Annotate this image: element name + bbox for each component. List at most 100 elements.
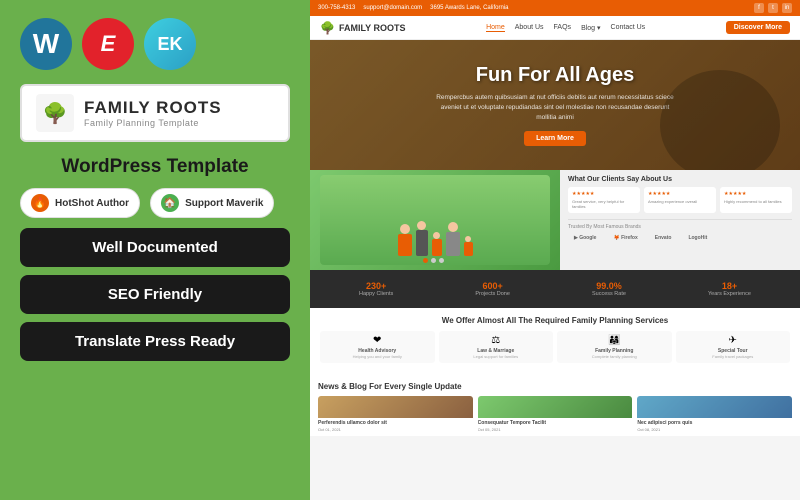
service-icon-2: ⚖ [443,335,550,346]
stat-num-2: 600+ [475,281,510,291]
carousel-dots [420,255,447,266]
wordpress-icon: W [20,18,72,70]
stat-label-3: Success Rate [592,291,626,297]
dot-3[interactable] [439,258,444,263]
service-desc-4: Family travel packages [680,354,787,359]
blog-img-3 [637,396,792,418]
service-icon-1: ❤ [324,335,431,346]
blog-post-date-3: Oct 08, 2021 [637,427,792,433]
blog-post-title-1: Perferendis ullamco dolor sit [318,420,473,427]
instagram-icon: in [782,3,792,13]
blog-grid: Perferendis ullamco dolor sit Oct 01, 20… [318,396,792,435]
brand-name: FAMILY ROOTS [84,98,222,118]
blog-img-2 [478,396,633,418]
figure-4 [446,222,460,256]
testimonials-title: What Our Clients Say About Us [568,176,792,183]
website-preview: 300-758-4313 support@domain.com 3695 Awa… [310,0,800,500]
trusted-label: Trusted By Most Famous Brands [568,224,792,230]
nav-cta-button[interactable]: Discover More [726,21,790,34]
facebook-icon: f [754,3,764,13]
service-desc-1: Helping you and your family [324,354,431,359]
hotshot-icon: 🔥 [31,194,49,212]
stat-label-4: Years Experience [708,291,751,297]
trusted-firefox: 🦊 Firefox [607,233,643,243]
services-title: We Offer Almost All The Required Family … [320,316,790,325]
blog-info-3: Nec adipisci porrs quis Oct 08, 2021 [637,418,792,435]
hotshot-badge: 🔥 HotShot Author [20,188,140,218]
dot-1[interactable] [423,258,428,263]
blog-title: News & Blog For Every Single Update [318,382,792,391]
stats-bar: 230+ Happy Clients 600+ Projects Done 99… [310,270,800,308]
service-1: ❤ Health Advisory Helping you and your f… [320,331,435,363]
blog-post-3: Nec adipisci porrs quis Oct 08, 2021 [637,396,792,435]
trusted-logos: ▶ Google 🦊 Firefox Envato LogoHit [568,233,792,243]
topbar-address: 3695 Awards Lane, California [430,5,508,11]
badges-row: 🔥 HotShot Author 🏠 Support Maverik [20,188,290,218]
nav-links: Home About Us FAQs Blog ▾ Contact Us [486,24,645,32]
nav-faqs[interactable]: FAQs [554,24,572,32]
trusted-google: ▶ Google [568,233,602,243]
translate-press-button[interactable]: Translate Press Ready [20,322,290,361]
blog-post-date-2: Oct 05, 2021 [478,427,633,433]
nav-logo-icon: 🌳 [320,21,335,35]
dot-2[interactable] [431,258,436,263]
stat-num-4: 18+ [708,281,751,291]
left-panel: W E EK 🌳 FAMILY ROOTS Family Planning Te… [0,0,310,500]
blog-post-1: Perferendis ullamco dolor sit Oct 01, 20… [318,396,473,435]
testimonial-1: ★★★★★ Great service, very helpful for fa… [568,187,640,213]
platform-icons: W E EK [20,18,290,70]
services-grid: ❤ Health Advisory Helping you and your f… [320,331,790,363]
well-documented-button[interactable]: Well Documented [20,228,290,267]
trusted-logopit: LogoHit [682,233,713,243]
blog-post-date-1: Oct 01, 2021 [318,427,473,433]
nav-brand-name: FAMILY ROOTS [339,23,406,33]
service-3: 👨‍👩‍👧 Family Planning Complete family pl… [557,331,672,363]
service-desc-2: Legal support for families [443,354,550,359]
stat-label-1: Happy Clients [359,291,393,297]
support-badge: 🏠 Support Maverik [150,188,274,218]
nav-contact[interactable]: Contact Us [611,24,646,32]
nav-blog[interactable]: Blog ▾ [581,24,600,32]
hero-section: Fun For All Ages Rempercbus autem quibsu… [310,40,800,170]
hero-cta-button[interactable]: Learn More [524,131,586,146]
nav-logo: 🌳 FAMILY ROOTS [320,21,405,35]
extraking-icon: EK [144,18,196,70]
blog-post-title-2: Consequatur Tempore Tacilit [478,420,633,427]
test-text-1: Great service, very helpful for families [572,199,636,209]
figure-1 [398,224,412,256]
topbar-phone: 300-758-4313 [318,5,355,11]
test-text-3: Highly recommend to all families [724,199,788,204]
twitter-icon: t [768,3,778,13]
trusted-envato: Envato [649,233,678,243]
test-text-2: Amazing experience overall [648,199,712,204]
seo-friendly-button[interactable]: SEO Friendly [20,275,290,314]
blog-img-1 [318,396,473,418]
stat-4: 18+ Years Experience [708,281,751,297]
stat-num-1: 230+ [359,281,393,291]
hero-title: Fun For All Ages [476,64,635,87]
stat-2: 600+ Projects Done [475,281,510,297]
wp-template-label: WordPress Template [20,156,290,178]
service-4: ✈ Special Tour Family travel packages [676,331,791,363]
site-topbar: 300-758-4313 support@domain.com 3695 Awa… [310,0,800,16]
stat-1: 230+ Happy Clients [359,281,393,297]
preview-panel: 300-758-4313 support@domain.com 3695 Awa… [310,0,800,500]
topbar-email: support@domain.com [363,5,422,11]
support-label: Support Maverik [185,198,263,209]
brand-logo-icon: 🌳 [36,94,74,132]
hotshot-label: HotShot Author [55,198,129,209]
brand-text: FAMILY ROOTS Family Planning Template [84,98,222,128]
testimonial-2: ★★★★★ Amazing experience overall [644,187,716,213]
service-2: ⚖ Law & Marriage Legal support for famil… [439,331,554,363]
nav-home[interactable]: Home [486,24,505,32]
service-icon-3: 👨‍👩‍👧 [561,335,668,346]
nav-about[interactable]: About Us [515,24,544,32]
blog-info-2: Consequatur Tempore Tacilit Oct 05, 2021 [478,418,633,435]
blog-post-title-3: Nec adipisci porrs quis [637,420,792,427]
topbar-left: 300-758-4313 support@domain.com 3695 Awa… [318,5,508,11]
hero-desc: Rempercbus autem quibsusiam at nut offic… [435,93,675,122]
brand-box: 🌳 FAMILY ROOTS Family Planning Template [20,84,290,142]
stat-num-3: 99.0% [592,281,626,291]
figure-5 [464,236,473,256]
support-icon: 🏠 [161,194,179,212]
